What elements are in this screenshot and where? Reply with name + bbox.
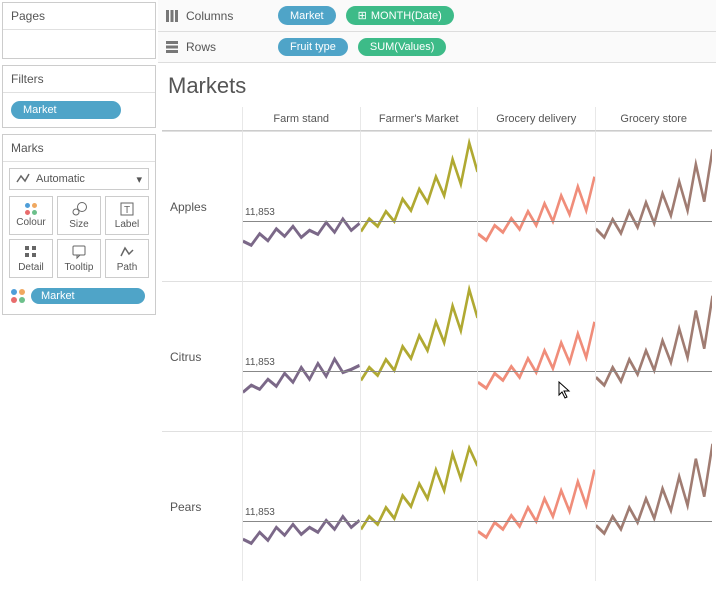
ref-line-label: 11,853: [245, 207, 275, 218]
marks-type-label: Automatic: [36, 173, 85, 185]
chart-cell[interactable]: [360, 281, 478, 431]
chart-cell[interactable]: [477, 131, 595, 281]
chart-cell[interactable]: [360, 431, 478, 581]
rows-icon: [162, 40, 182, 54]
chart-cell[interactable]: [595, 281, 713, 431]
marks-colour-button[interactable]: Colour: [9, 196, 53, 235]
pages-panel: Pages: [2, 2, 156, 59]
columns-icon: [162, 9, 182, 23]
viz-area[interactable]: Markets Farm standFarmer's MarketGrocery…: [158, 63, 716, 591]
marks-size-button[interactable]: Size: [57, 196, 101, 235]
marks-type-select[interactable]: Automatic ▾: [9, 168, 149, 190]
rows-pill-sum-values[interactable]: SUM(Values): [358, 38, 447, 56]
marks-path-button[interactable]: Path: [105, 239, 149, 278]
size-icon: [71, 201, 87, 217]
col-header: Grocery store: [595, 107, 713, 131]
columns-label: Columns: [186, 9, 276, 23]
colour-icon: [11, 289, 25, 303]
svg-text:T: T: [124, 205, 130, 216]
chevron-down-icon: ▾: [136, 173, 142, 186]
chart-cell[interactable]: [477, 281, 595, 431]
label-icon: T: [119, 201, 135, 217]
tooltip-icon: [71, 244, 87, 260]
row-header: Pears: [162, 431, 242, 581]
automatic-line-icon: [16, 172, 30, 186]
col-header: Grocery delivery: [477, 107, 595, 131]
chart-cell[interactable]: 11,853: [242, 131, 360, 281]
marks-label-button[interactable]: T Label: [105, 196, 149, 235]
detail-icon: [23, 244, 39, 260]
path-icon: [119, 244, 135, 260]
columns-pill-month-date[interactable]: ⊞MONTH(Date): [346, 6, 454, 25]
marks-pill-market[interactable]: Market: [31, 288, 145, 304]
filters-panel: Filters Market: [2, 65, 156, 128]
cursor-icon: [558, 381, 572, 399]
pages-title: Pages: [3, 3, 155, 30]
chart-cell[interactable]: [360, 131, 478, 281]
colour-icon: [25, 203, 37, 215]
chart-cell[interactable]: [595, 431, 713, 581]
marks-detail-button[interactable]: Detail: [9, 239, 53, 278]
rows-label: Rows: [186, 40, 276, 54]
row-header: Citrus: [162, 281, 242, 431]
columns-pill-market[interactable]: Market: [278, 6, 336, 25]
filter-pill-market[interactable]: Market: [11, 101, 121, 119]
filters-title: Filters: [3, 66, 155, 93]
chart-cell[interactable]: 11,853: [242, 431, 360, 581]
rows-pill-fruit-type[interactable]: Fruit type: [278, 38, 348, 56]
col-header: Farmer's Market: [360, 107, 478, 131]
col-header: Farm stand: [242, 107, 360, 131]
ref-line-label: 11,853: [245, 357, 275, 368]
columns-shelf[interactable]: Columns Market ⊞MONTH(Date): [158, 0, 716, 32]
viz-title: Markets: [168, 73, 712, 99]
chart-cell[interactable]: [477, 431, 595, 581]
marks-panel: Marks Automatic ▾ Colour: [2, 134, 156, 315]
marks-tooltip-button[interactable]: Tooltip: [57, 239, 101, 278]
rows-shelf[interactable]: Rows Fruit type SUM(Values): [158, 32, 716, 63]
ref-line-label: 11,853: [245, 507, 275, 518]
chart-cell[interactable]: [595, 131, 713, 281]
chart-cell[interactable]: 11,853: [242, 281, 360, 431]
marks-title: Marks: [3, 135, 155, 162]
row-header: Apples: [162, 131, 242, 281]
